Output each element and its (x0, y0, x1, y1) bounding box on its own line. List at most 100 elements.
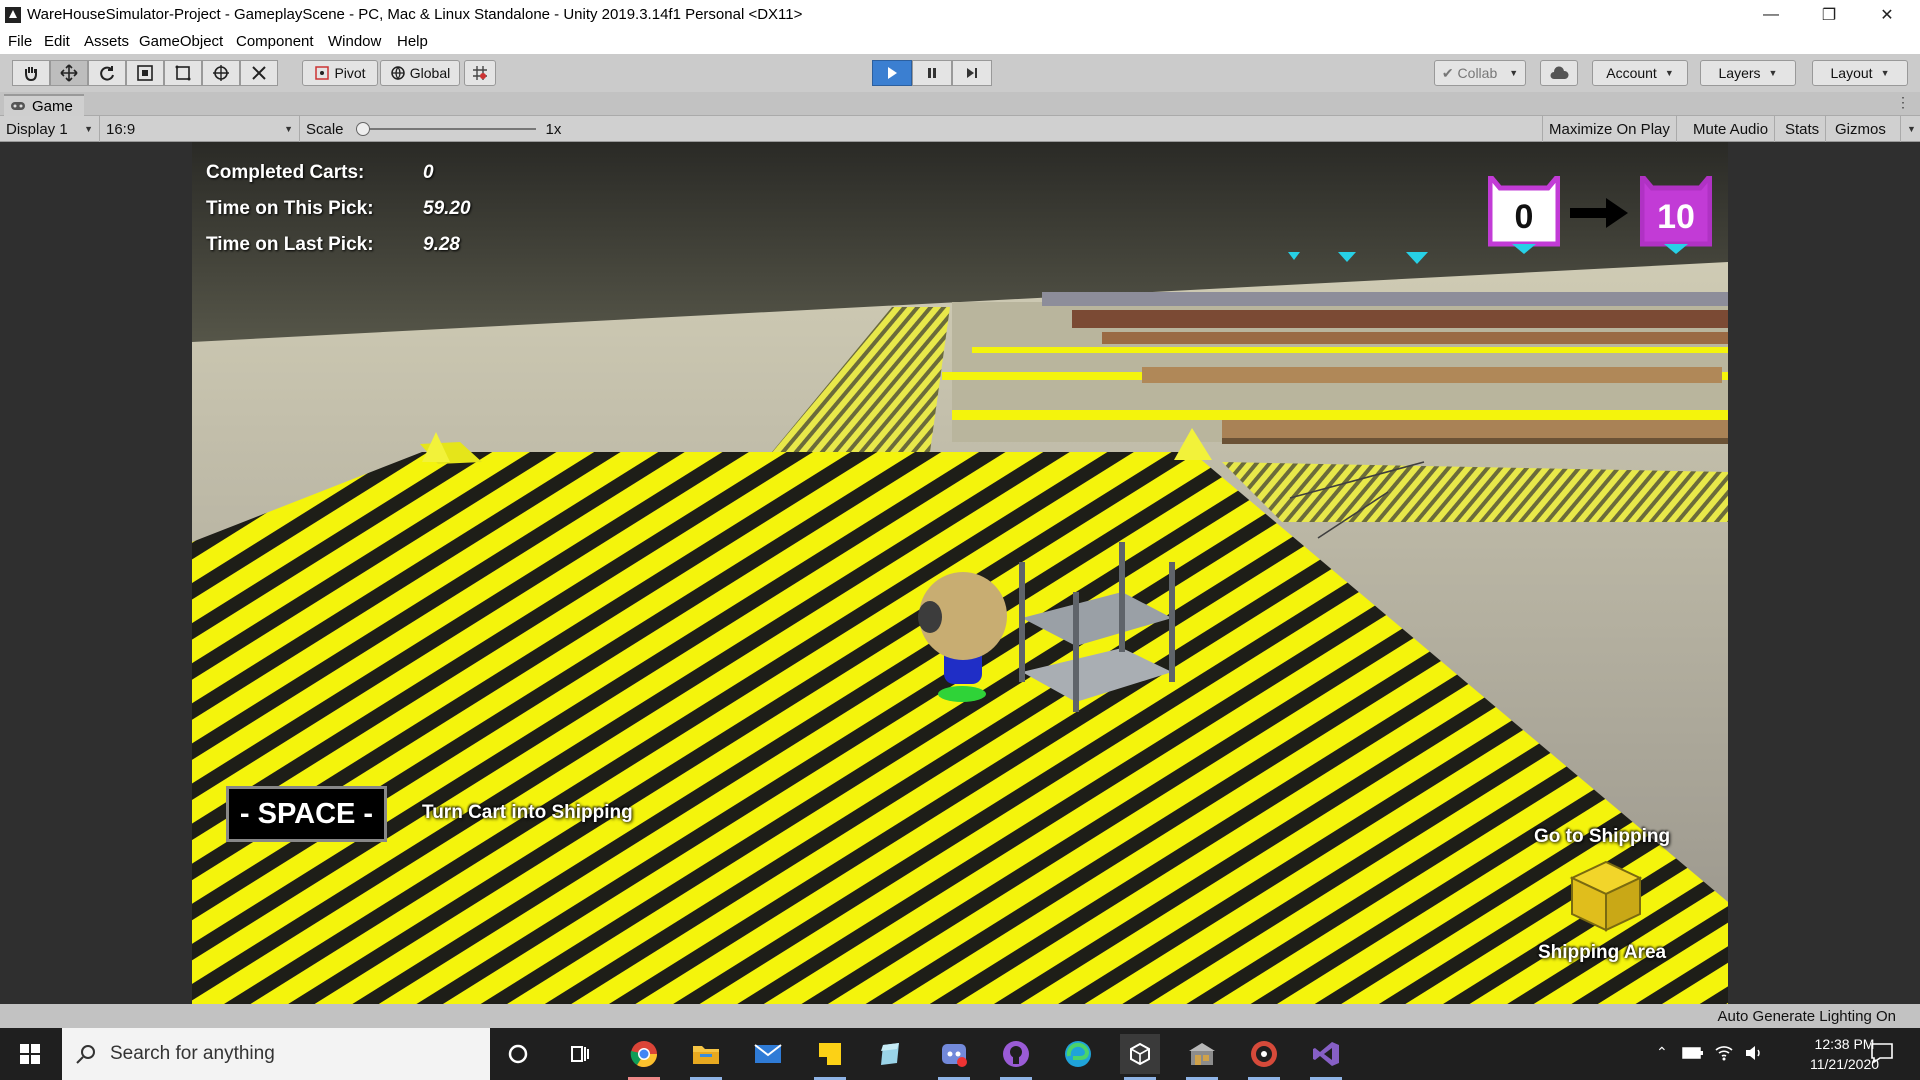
task-view-icon[interactable] (560, 1034, 600, 1074)
move-tool-button[interactable] (50, 60, 88, 86)
layout-dropdown[interactable]: Layout ▼ (1812, 60, 1908, 86)
edge-icon[interactable] (1058, 1034, 1098, 1074)
warehouse-scene (192, 142, 1728, 1004)
menu-help[interactable]: Help (397, 33, 428, 50)
chevron-up-icon[interactable]: ⌃ (1656, 1044, 1668, 1061)
tab-game[interactable]: Game (4, 94, 84, 116)
step-icon (967, 68, 977, 78)
account-dropdown[interactable]: Account ▼ (1592, 60, 1688, 86)
window-title: WareHouseSimulator-Project - GameplaySce… (27, 6, 803, 23)
step-button[interactable] (952, 60, 992, 86)
mail-icon[interactable] (748, 1034, 788, 1074)
play-button[interactable] (872, 60, 912, 86)
chevron-down-icon: ▼ (1664, 68, 1674, 78)
space-key-indicator: - SPACE - (226, 786, 387, 842)
menu-edit[interactable]: Edit (44, 33, 70, 50)
move-icon (60, 64, 78, 82)
scale-value: 1x (545, 120, 562, 138)
gizmos-dropdown[interactable]: ▼ (1901, 116, 1920, 142)
visual-studio-icon[interactable] (1306, 1034, 1346, 1080)
rotate-icon (100, 66, 114, 81)
custom-tool-button[interactable] (240, 60, 278, 86)
rotate-tool-button[interactable] (88, 60, 126, 86)
pivot-toggle[interactable]: Pivot (302, 60, 378, 86)
wifi-icon[interactable] (1714, 1042, 1734, 1062)
unity-icon[interactable] (1120, 1034, 1160, 1080)
sticky-notes-icon[interactable] (810, 1034, 850, 1080)
mute-audio-toggle[interactable]: Mute Audio (1687, 116, 1776, 142)
notifications-icon[interactable] (1870, 1042, 1894, 1064)
grid-snap-button[interactable] (464, 60, 496, 86)
bin-from-count: 0 (1514, 198, 1534, 236)
panel-menu-icon[interactable]: ⋮ (1896, 94, 1910, 111)
scale-slider[interactable] (355, 122, 536, 136)
gizmos-toggle[interactable]: Gizmos (1829, 116, 1901, 142)
layers-dropdown[interactable]: Layers ▼ (1700, 60, 1796, 86)
close-button[interactable]: ✕ (1864, 0, 1910, 29)
github-icon[interactable] (996, 1034, 1036, 1080)
go-to-shipping-text: Go to Shipping (1534, 826, 1671, 847)
warehouse-app-icon[interactable] (1182, 1034, 1222, 1080)
transform-tool-button[interactable] (202, 60, 240, 86)
scale-slider-thumb[interactable] (355, 122, 370, 136)
rect-icon (175, 65, 191, 81)
menu-assets[interactable]: Assets (84, 33, 129, 50)
hand-tool-button[interactable] (12, 60, 50, 86)
time-last-pick-value: 9.28 (423, 234, 460, 255)
global-toggle[interactable]: Global (380, 60, 460, 86)
file-explorer-icon[interactable] (686, 1034, 726, 1080)
collab-label: Collab (1457, 65, 1498, 81)
layout-label: Layout (1830, 65, 1873, 81)
floor-marking (952, 410, 1728, 420)
check-icon: ✔ (1441, 64, 1454, 81)
target-bin-indicator: 10 (1640, 176, 1712, 254)
stats-toggle[interactable]: Stats (1779, 116, 1827, 142)
arrow-right-icon (1570, 198, 1628, 228)
cortana-icon[interactable] (498, 1034, 538, 1074)
chevron-down-icon: ▼ (84, 124, 93, 134)
menu-gameobject[interactable]: GameObject (139, 33, 223, 50)
aspect-label: 16:9 (106, 120, 136, 138)
scale-icon (137, 65, 153, 81)
discord-icon[interactable] (934, 1034, 974, 1080)
scale-tool-button[interactable] (126, 60, 164, 86)
media-icon[interactable] (1244, 1034, 1284, 1080)
tools-icon (252, 66, 266, 80)
menu-window[interactable]: Window (328, 33, 381, 50)
space-hint-text: Turn Cart into Shipping (422, 802, 633, 823)
current-bin-indicator: 0 (1488, 176, 1560, 254)
maximize-button[interactable]: ❐ (1806, 0, 1852, 29)
scale-control: Scale 1x (300, 116, 580, 142)
start-button[interactable] (0, 1028, 60, 1080)
display-dropdown[interactable]: Display 1 ▼ (0, 116, 100, 142)
rect-tool-button[interactable] (164, 60, 202, 86)
battery-icon[interactable] (1682, 1046, 1704, 1060)
main-toolbar: Pivot Global ✔ Collab ▼ Account ▼ Layers… (0, 54, 1920, 92)
clock-time: 12:38 PM (1814, 1036, 1875, 1052)
menu-component[interactable]: Component (236, 33, 314, 50)
cloud-button[interactable] (1540, 60, 1578, 86)
app-icon[interactable] (870, 1034, 910, 1074)
pause-button[interactable] (912, 60, 952, 86)
completed-carts-label: Completed Carts: (206, 162, 365, 183)
windows-icon (20, 1044, 40, 1064)
collab-dropdown[interactable]: ✔ Collab ▼ (1434, 60, 1526, 86)
game-viewport[interactable]: Completed Carts: 0 Time on This Pick: 59… (192, 142, 1728, 1004)
search-placeholder: Search for anything (110, 1043, 275, 1064)
minimize-button[interactable]: — (1748, 0, 1794, 29)
chevron-down-icon: ▼ (1907, 124, 1916, 134)
taskbar-search[interactable]: Search for anything (62, 1028, 490, 1080)
menu-file[interactable]: File (8, 33, 32, 50)
layers-label: Layers (1718, 65, 1761, 81)
system-clock[interactable]: 12:38 PM 11/21/2020 (1810, 1034, 1879, 1074)
aspect-dropdown[interactable]: 16:9 ▼ (100, 116, 300, 142)
chrome-icon[interactable] (624, 1034, 664, 1080)
chevron-down-icon: ▼ (1880, 68, 1890, 78)
volume-icon[interactable] (1744, 1043, 1764, 1063)
display-label: Display 1 (6, 120, 68, 138)
maximize-on-play-toggle[interactable]: Maximize On Play (1542, 116, 1677, 142)
tab-game-label: Game (32, 97, 73, 115)
clock-date: 11/21/2020 (1810, 1056, 1880, 1072)
pivot-icon (315, 66, 330, 80)
status-bar: Auto Generate Lighting On (0, 1004, 1920, 1028)
